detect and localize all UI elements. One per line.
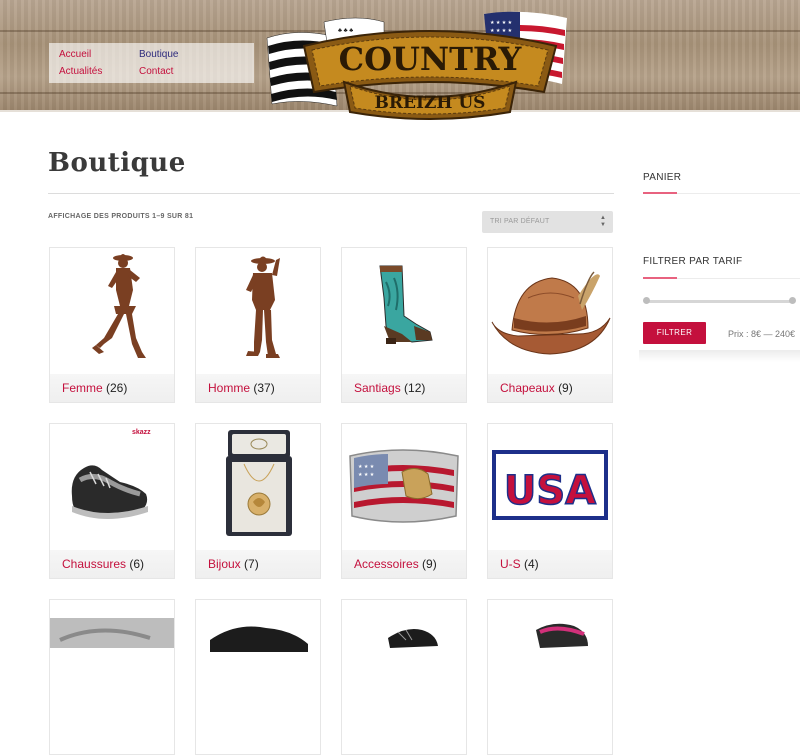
category-count: (26) bbox=[106, 381, 128, 395]
shoe-product-icon bbox=[536, 623, 588, 648]
country-banner: COUNTRY BREIZH US bbox=[302, 30, 558, 120]
category-card-bijoux[interactable]: Bijoux (7) bbox=[195, 423, 321, 579]
filter-button[interactable]: FILTRER bbox=[643, 322, 706, 344]
category-count: (9) bbox=[558, 381, 573, 395]
result-count: AFFICHAGE DES PRODUITS 1–9 SUR 81 bbox=[48, 213, 194, 220]
cart-widget-title: PANIER bbox=[643, 172, 682, 183]
category-count: (6) bbox=[129, 557, 145, 571]
widget-shadow bbox=[639, 350, 800, 362]
price-range-label: Prix : 8€ — 240€ bbox=[728, 329, 796, 339]
main-nav: Accueil Actualités Boutique Contact bbox=[49, 43, 254, 83]
title-accent bbox=[643, 192, 677, 194]
cowgirl-silhouette-icon bbox=[92, 254, 146, 358]
cowboy-hat-icon bbox=[491, 271, 611, 355]
shoe-product-icon bbox=[388, 629, 438, 648]
site-header: Accueil Actualités Boutique Contact ♣ ♣ … bbox=[0, 0, 800, 120]
svg-text:★ ★ ★ ★: ★ ★ ★ ★ bbox=[490, 20, 513, 26]
price-slider-track[interactable] bbox=[646, 300, 793, 303]
category-name: Homme bbox=[208, 381, 251, 395]
category-card-chapeaux[interactable]: Chapeaux (9) bbox=[487, 247, 613, 403]
card-footer: Homme (37) bbox=[196, 374, 320, 402]
sort-arrows-icon: ▲ ▼ bbox=[600, 215, 606, 228]
nav-boutique[interactable]: Boutique bbox=[139, 49, 178, 61]
category-name: Chapeaux bbox=[500, 381, 555, 395]
svg-text:USA: USA bbox=[504, 468, 596, 514]
category-name: U-S bbox=[500, 557, 521, 571]
category-name: Accessoires bbox=[354, 557, 419, 571]
card-footer: Santiags (12) bbox=[342, 374, 466, 402]
card-footer: U-S (4) bbox=[488, 550, 612, 578]
title-accent bbox=[643, 277, 677, 279]
svg-text:★ ★ ★ ★: ★ ★ ★ ★ bbox=[490, 28, 513, 34]
category-name: Femme bbox=[62, 381, 103, 395]
card-footer: Bijoux (7) bbox=[196, 550, 320, 578]
category-card-santiags[interactable]: Santiags (12) bbox=[341, 247, 467, 403]
nav-accueil[interactable]: Accueil bbox=[59, 49, 91, 61]
category-grid: Femme (26) Homme (37) Santiags (12) Chap… bbox=[49, 247, 615, 755]
page-title: Boutique bbox=[48, 148, 186, 178]
category-card-homme[interactable]: Homme (37) bbox=[195, 247, 321, 403]
card-footer: Femme (26) bbox=[50, 374, 174, 402]
cowboy-silhouette-icon bbox=[246, 256, 280, 358]
svg-text:★ ★ ★: ★ ★ ★ bbox=[358, 464, 375, 470]
dance-sneaker-icon: skazz bbox=[71, 429, 151, 519]
pendant-necklace-icon bbox=[226, 430, 292, 536]
category-name: Bijoux bbox=[208, 557, 241, 571]
card-footer: Chaussures (6) bbox=[50, 550, 174, 578]
sort-select[interactable]: TRI PAR DÉFAUT ▲ ▼ bbox=[482, 211, 613, 233]
shoe-product-icon bbox=[210, 626, 308, 652]
svg-text:♣ ♣ ♣: ♣ ♣ ♣ bbox=[338, 28, 353, 34]
flag-belt-buckle-icon: ★ ★ ★ ★ ★ ★ bbox=[349, 449, 459, 523]
shoe-product-icon bbox=[50, 618, 174, 648]
product-card[interactable] bbox=[487, 599, 613, 755]
sort-select-value: TRI PAR DÉFAUT bbox=[490, 218, 550, 225]
category-count: (37) bbox=[253, 381, 275, 395]
nav-actualites[interactable]: Actualités bbox=[59, 66, 102, 78]
brand-label: skazz bbox=[132, 429, 151, 436]
category-name: Santiags bbox=[354, 381, 401, 395]
svg-text:★ ★ ★: ★ ★ ★ bbox=[358, 472, 375, 478]
card-footer: Accessoires (9) bbox=[342, 550, 466, 578]
category-card-us[interactable]: USA U-S (4) bbox=[487, 423, 613, 579]
svg-text:COUNTRY: COUNTRY bbox=[339, 40, 523, 78]
price-slider-max-handle[interactable] bbox=[789, 297, 796, 304]
category-card-chaussures[interactable]: skazz Chaussures (6) bbox=[49, 423, 175, 579]
price-filter-title: FILTRER PAR TARIF bbox=[643, 256, 743, 267]
card-footer: Chapeaux (9) bbox=[488, 374, 612, 402]
category-name: Chaussures bbox=[62, 557, 127, 571]
product-card[interactable] bbox=[341, 599, 467, 755]
divider bbox=[48, 193, 614, 194]
product-card[interactable] bbox=[195, 599, 321, 755]
cowboy-boot-icon bbox=[379, 265, 433, 344]
product-card[interactable] bbox=[49, 599, 175, 755]
category-count: (9) bbox=[422, 557, 437, 571]
category-card-accessoires[interactable]: ★ ★ ★ ★ ★ ★ Accessoires (9) bbox=[341, 423, 467, 579]
category-count: (7) bbox=[244, 557, 259, 571]
nav-contact[interactable]: Contact bbox=[139, 66, 173, 78]
svg-text:BREIZH US: BREIZH US bbox=[375, 93, 486, 113]
category-count: (12) bbox=[404, 381, 426, 395]
usa-towel-icon: USA bbox=[492, 450, 608, 520]
category-card-femme[interactable]: Femme (26) bbox=[49, 247, 175, 403]
site-logo[interactable]: ♣ ♣ ♣ ♣ ♣ ♣ ★ ★ ★ ★ ★ ★ ★ ★ ★ ★ ★ ★ COUN… bbox=[262, 8, 597, 120]
price-slider-min-handle[interactable] bbox=[643, 297, 650, 304]
category-count: (4) bbox=[524, 557, 539, 571]
